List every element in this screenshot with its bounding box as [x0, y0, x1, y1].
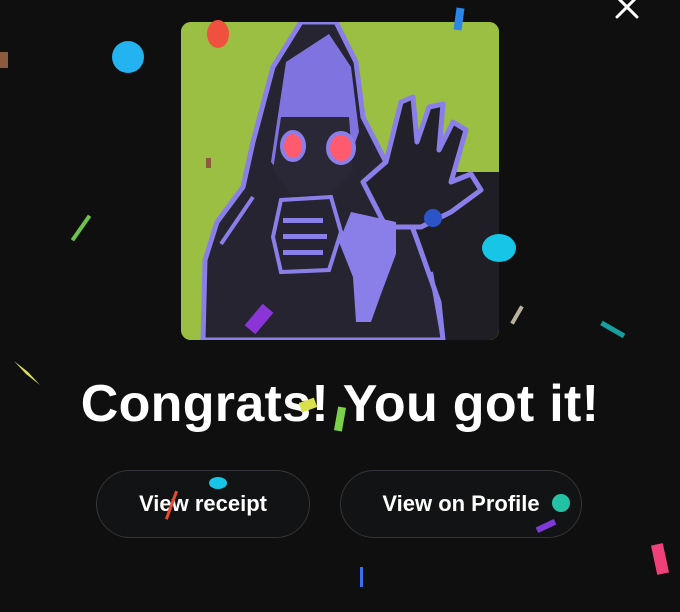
headline: Congrats! You got it!	[80, 375, 600, 433]
close-button[interactable]	[612, 0, 642, 22]
view-receipt-button[interactable]: View receipt	[96, 470, 310, 538]
congrats-dialog: Congrats! You got it! View receipt View …	[0, 0, 680, 612]
view-on-profile-button[interactable]: View on Profile	[340, 470, 582, 538]
artwork-image	[181, 22, 499, 340]
close-icon	[615, 0, 639, 19]
